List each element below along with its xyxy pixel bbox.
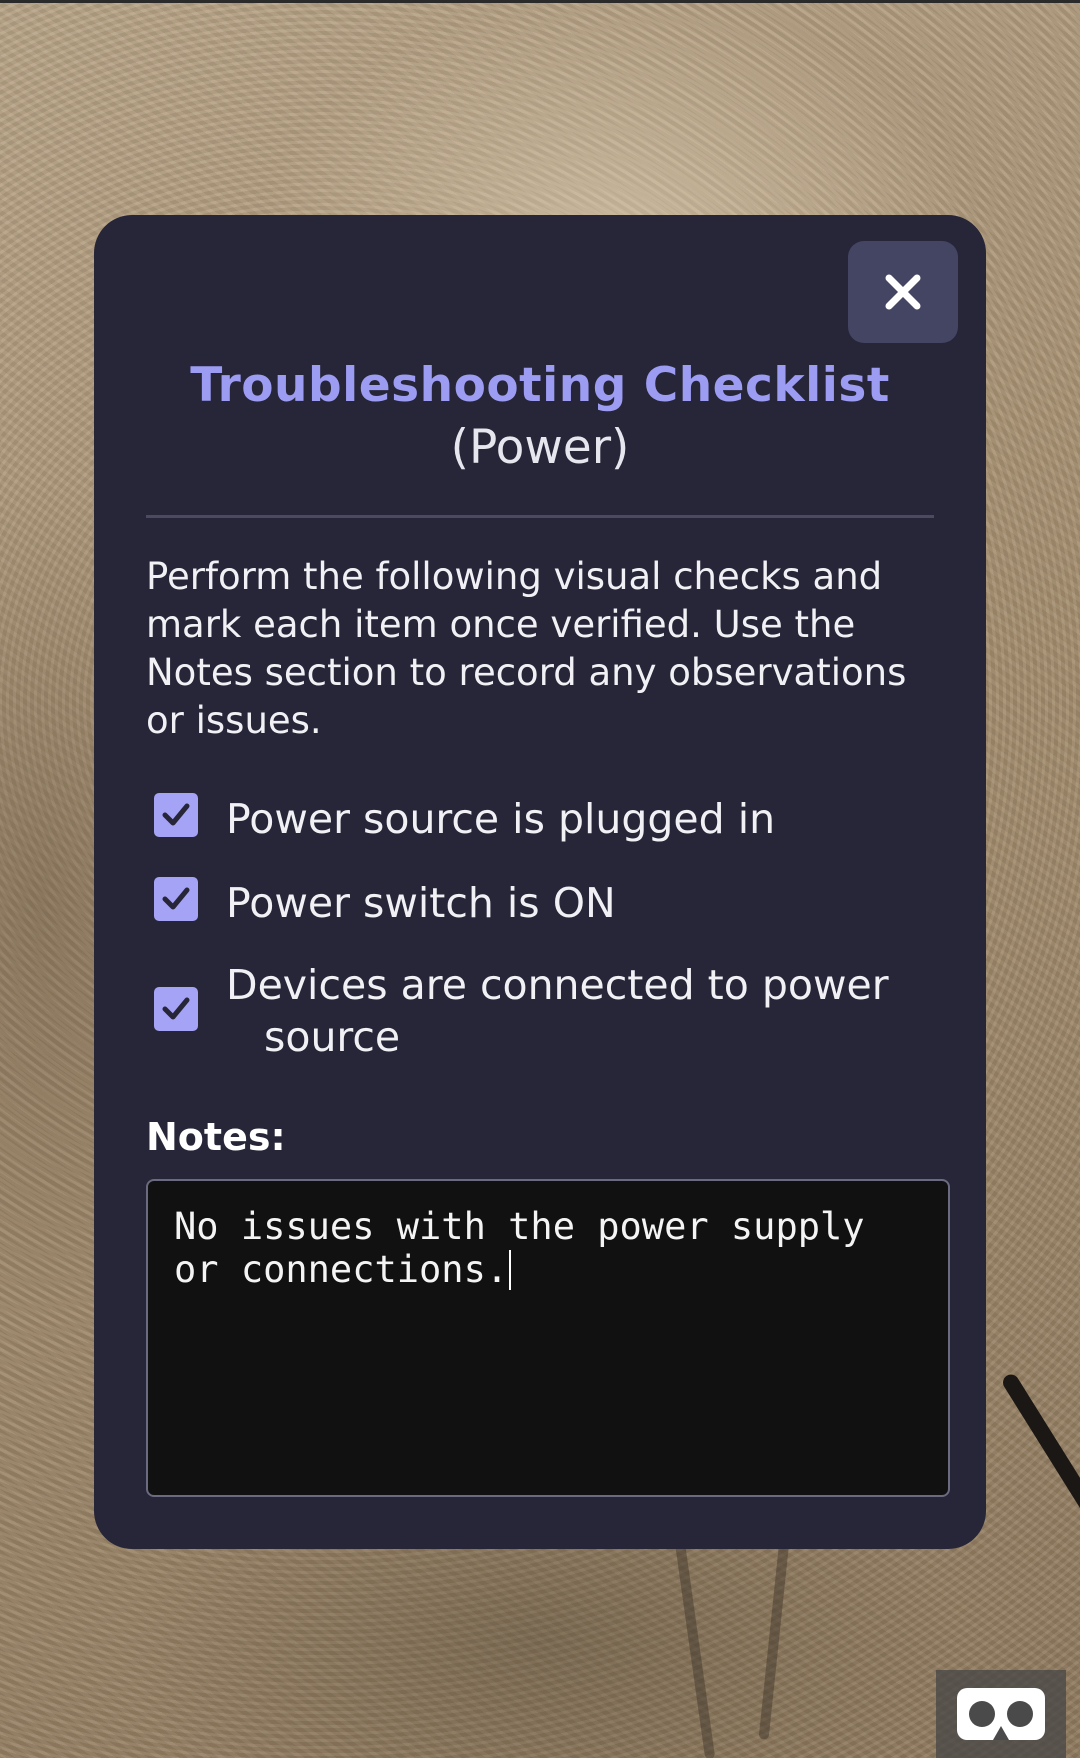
notes-text: No issues with the power supply or conne… [174,1205,865,1291]
checklist-item-label: Power switch is ON [226,879,616,927]
checklist-item-label: Devices are connected to power source [226,959,926,1063]
checkbox[interactable] [154,877,198,921]
modal-header: Troubleshooting Checklist (Power) [94,355,986,479]
modal-subtitle: (Power) [450,420,630,475]
top-edge [0,0,1080,3]
close-icon [885,274,921,310]
checkbox[interactable] [154,793,198,837]
checklist-item[interactable]: Devices are connected to power source [154,959,926,1063]
header-divider [146,515,934,518]
notes-label: Notes: [146,1115,286,1159]
text-caret [509,1250,512,1290]
notes-textarea[interactable]: No issues with the power supply or conne… [146,1179,950,1497]
checklist-item[interactable]: Power source is plugged in [154,793,926,845]
checkmark-icon [162,803,190,826]
checkmark-icon [162,997,190,1020]
checklist-item-label: Power source is plugged in [226,795,776,843]
checkmark-icon [162,887,190,910]
vr-mode-button[interactable] [936,1670,1066,1758]
instructions-text: Perform the following visual checks and … [146,555,907,742]
checklist-item-label-line: Devices are connected to power [226,961,889,1009]
checklist-item[interactable]: Power switch is ON [154,877,926,929]
checklist-modal: Troubleshooting Checklist (Power) Perfor… [94,215,986,1549]
vr-headset-icon [957,1688,1045,1740]
checkbox[interactable] [154,987,198,1031]
modal-title: Troubleshooting Checklist [190,358,890,413]
close-button[interactable] [848,241,958,343]
checklist-item-label-line: source [264,1013,401,1061]
